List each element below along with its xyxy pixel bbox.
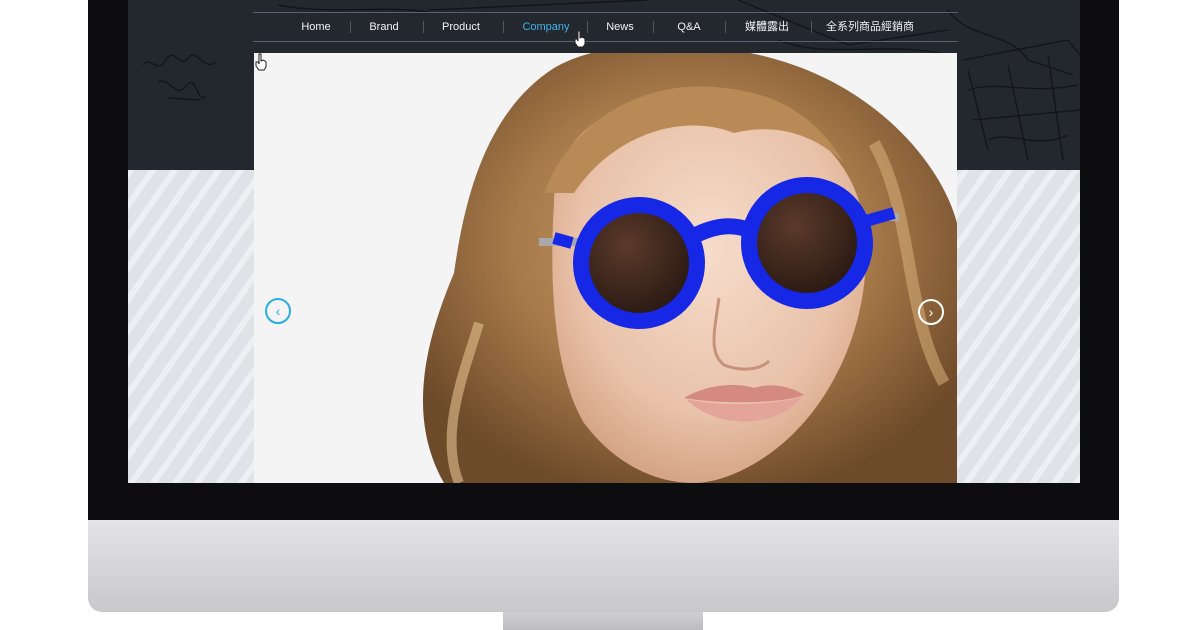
slider-prev-button[interactable]: ‹ [265,298,291,324]
nav-item-product[interactable]: Product [442,13,480,41]
nav-separator [653,21,654,33]
website-screen: Home Brand Product Company News Q&A 媒體露出… [128,0,1080,483]
nav-item-dealers[interactable]: 全系列商品經銷商 [826,13,914,41]
nav-separator [811,21,812,33]
monitor-stand [503,612,703,630]
nav-item-media[interactable]: 媒體露出 [745,13,789,41]
monitor-chin [88,520,1119,612]
monitor-bezel: Home Brand Product Company News Q&A 媒體露出… [88,0,1119,520]
nav-item-brand[interactable]: Brand [369,13,398,41]
imac-monitor: Home Brand Product Company News Q&A 媒體露出… [88,0,1119,630]
slider-next-button[interactable]: › [918,299,944,325]
nav-item-home[interactable]: Home [301,13,330,41]
nav-item-news[interactable]: News [606,13,634,41]
nav-separator [503,21,504,33]
nav-separator [587,21,588,33]
nav-item-company[interactable]: Company [522,13,569,41]
nav-item-qa[interactable]: Q&A [677,13,700,41]
nav-separator [725,21,726,33]
hand-cursor-icon [574,30,586,48]
hero-photo-woman-sunglasses [254,53,957,483]
hand-cursor-icon [255,53,267,71]
nav-separator [350,21,351,33]
main-navigation: Home Brand Product Company News Q&A 媒體露出… [253,12,958,42]
nav-separator [423,21,424,33]
hero-slideshow: ‹ › [254,53,957,483]
